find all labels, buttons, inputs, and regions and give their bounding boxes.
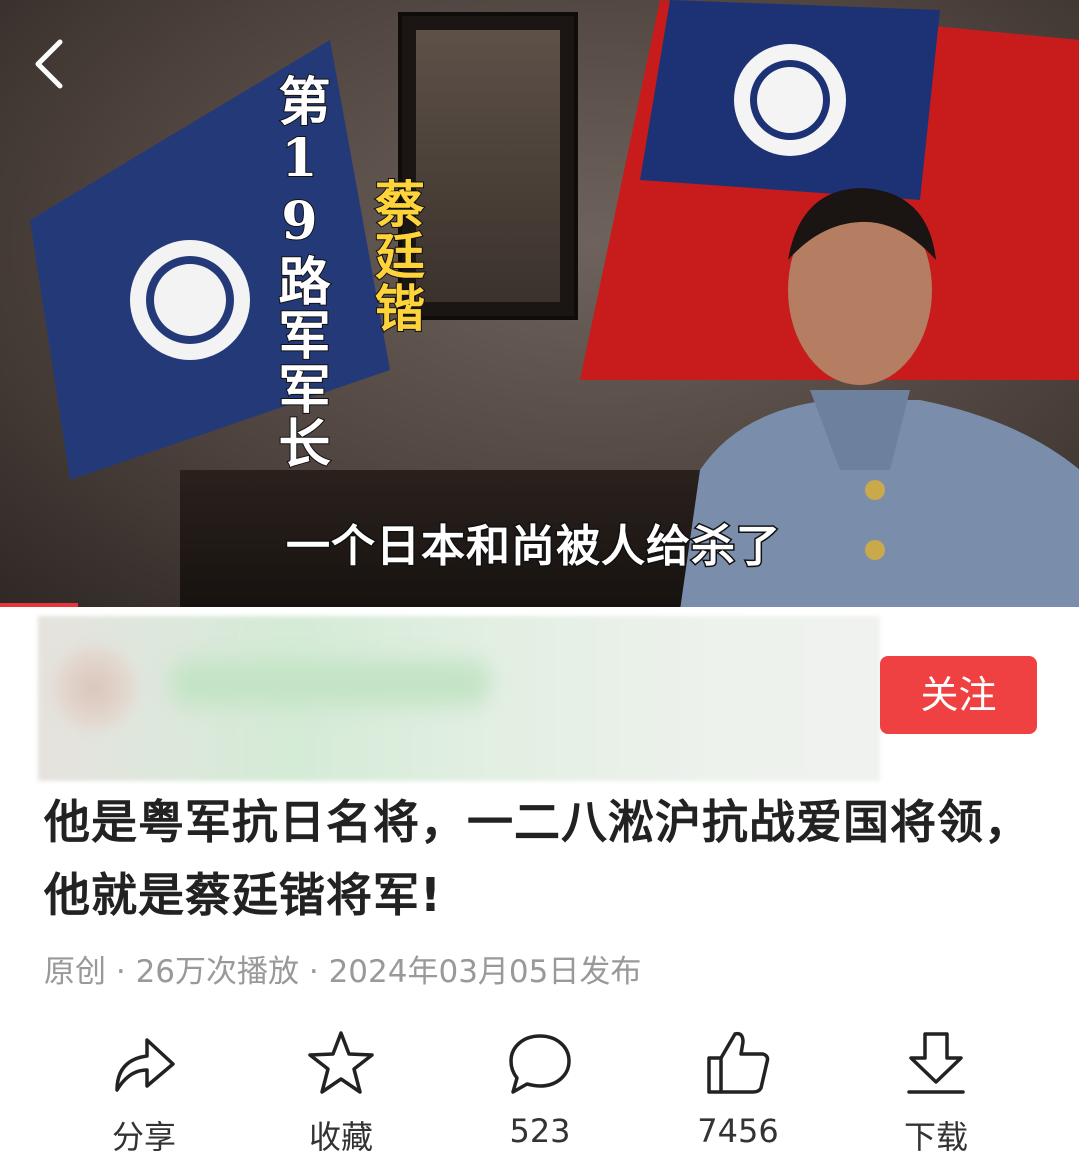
thumbs-up-icon [707,1031,770,1094]
comment-count: 523 [509,1112,571,1150]
original-badge: 原创 [44,954,106,990]
action-bar: 分享 收藏 523 7456 下载 [0,1022,1079,1158]
like-count: 7456 [697,1112,779,1150]
download-icon [907,1032,965,1094]
flag-left-image [30,40,390,480]
publish-date: 2024年03月05日发布 [328,954,642,990]
video-subtitle: 一个日本和尚被人给杀了 [285,520,782,574]
share-label: 分享 [111,1118,176,1156]
share-button[interactable]: 分享 [44,1022,244,1158]
download-label: 下载 [903,1118,968,1156]
video-player[interactable]: 第19路军军长 蔡廷锴 一个日本和尚被人给杀了 [0,0,1079,607]
author-name-blurred[interactable] [170,660,490,706]
chevron-left-icon [35,39,63,89]
video-overlay-title: 第19路军军长 [268,73,331,471]
play-count: 26万次播放 [135,954,300,990]
favorite-button[interactable]: 收藏 [241,1022,441,1158]
video-overlay-name: 蔡廷锴 [366,177,427,335]
avatar[interactable] [52,646,136,730]
video-meta: 原创 · 26万次播放 · 2024年03月05日发布 [44,946,641,991]
share-icon [115,1038,175,1092]
video-progress-bar[interactable] [0,603,78,607]
comment-button[interactable]: 523 [440,1022,640,1158]
meta-separator: · [106,954,136,990]
star-icon [308,1031,374,1094]
video-title: 他是粤军抗日名将，一二八淞沪抗战爱国将领，他就是蔡廷锴将军! [44,795,1031,922]
favorite-label: 收藏 [308,1118,373,1156]
comment-icon [509,1034,571,1094]
back-button[interactable] [28,36,72,92]
follow-button[interactable]: 关注 [880,656,1037,734]
meta-separator: · [299,954,329,990]
download-button[interactable]: 下载 [836,1022,1036,1158]
like-button[interactable]: 7456 [638,1022,838,1158]
